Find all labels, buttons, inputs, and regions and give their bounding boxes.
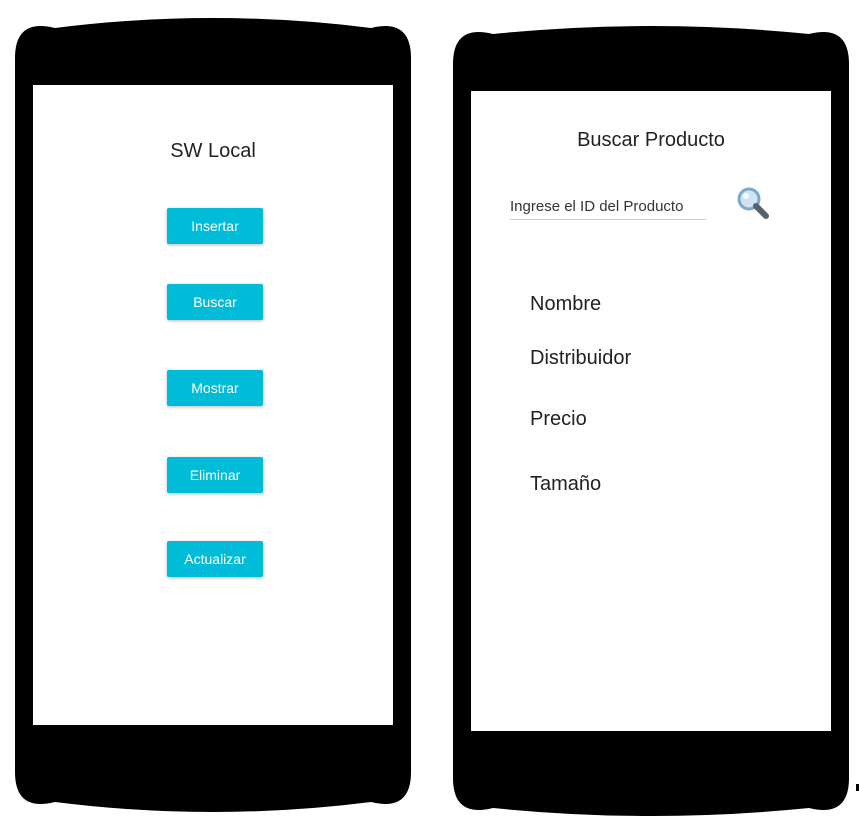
- screen-buscar-producto: Buscar Producto Nombre Distribuidor Prec…: [471, 91, 831, 731]
- screen-sw-local: SW Local Insertar Buscar Mostrar Elimina…: [33, 85, 393, 725]
- field-tamano: Tamaño: [530, 473, 602, 495]
- mockup-stage: SW Local Insertar Buscar Mostrar Elimina…: [0, 0, 859, 828]
- field-distribuidor: Distribuidor: [530, 347, 632, 369]
- actualizar-button[interactable]: Actualizar: [167, 541, 263, 577]
- product-id-input[interactable]: [510, 193, 706, 220]
- field-precio: Precio: [530, 408, 587, 430]
- screen-title-buscar-producto: Buscar Producto: [577, 129, 725, 151]
- field-nombre: Nombre: [530, 293, 602, 315]
- magnifier-icon[interactable]: [735, 185, 771, 221]
- buscar-button[interactable]: Buscar: [167, 284, 263, 320]
- screen-title-sw-local: SW Local: [170, 140, 256, 162]
- insertar-button[interactable]: Insertar: [167, 208, 263, 244]
- mostrar-button[interactable]: Mostrar: [167, 370, 263, 406]
- eliminar-button[interactable]: Eliminar: [167, 457, 263, 493]
